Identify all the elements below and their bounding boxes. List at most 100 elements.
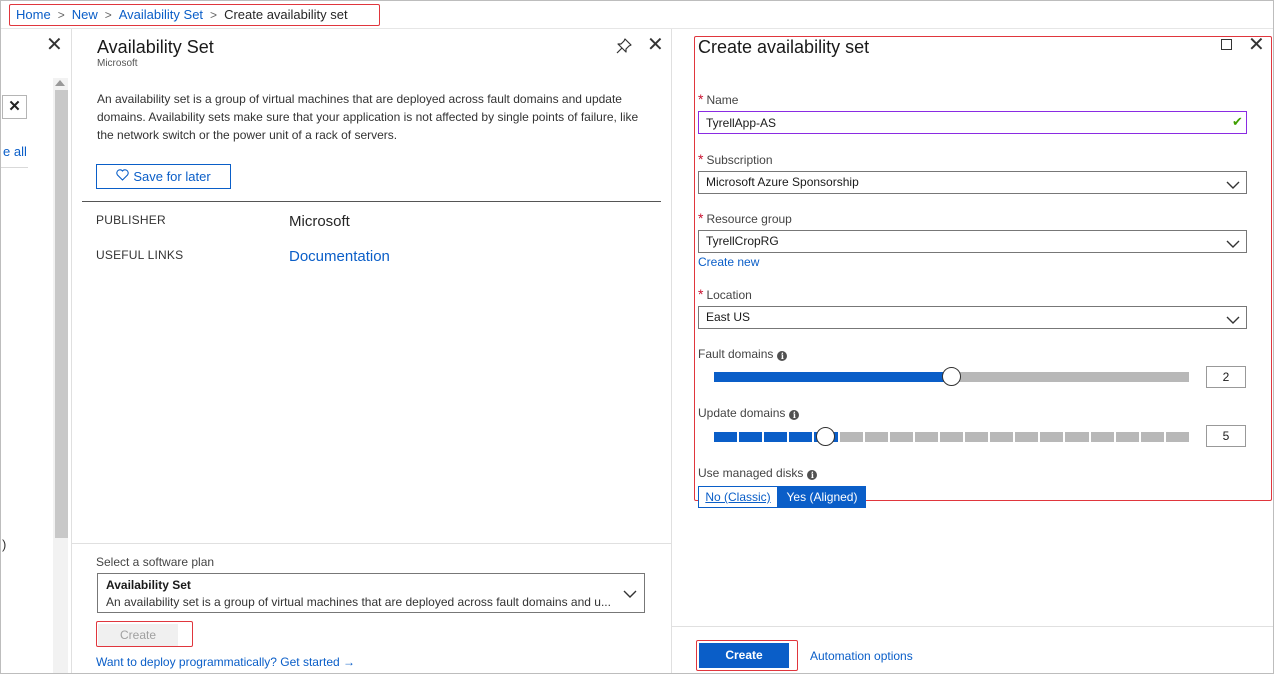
breadcrumb-availability-set[interactable]: Availability Set [119,7,203,22]
name-field[interactable] [698,111,1247,134]
slider-fill [714,372,952,382]
location-value: East US [706,310,751,324]
chevron-down-icon[interactable] [1226,237,1240,248]
fault-domains-slider[interactable] [714,367,1189,386]
slider-segment [1015,432,1039,442]
save-for-later-button[interactable]: Save for later [96,164,231,189]
slider-segment [965,432,989,442]
location-select[interactable] [698,306,1247,329]
slider-segment [789,432,813,442]
managed-disks-no-option[interactable]: No (Classic) [698,486,778,508]
divider [72,543,672,544]
software-plan-label: Select a software plan [96,555,215,569]
breadcrumb-separator-icon: > [210,8,218,22]
info-icon[interactable]: i [777,351,788,361]
required-marker: * [698,286,704,302]
chevron-down-icon[interactable] [623,587,637,602]
resource-group-label: * Resource group [698,210,792,226]
info-icon[interactable]: i [807,470,818,480]
resource-group-select[interactable] [698,230,1247,253]
blade-title: Availability Set [97,37,214,57]
update-domains-slider[interactable] [714,427,1189,446]
resource-group-label-text: Resource group [706,212,792,226]
breadcrumb-current: Create availability set [224,7,348,22]
scrollbar-thumb[interactable] [55,90,68,538]
breadcrumb: Home > New > Availability Set > Create availab… [16,7,348,22]
slider-segment [889,432,913,442]
update-domains-input[interactable]: 5 [1206,425,1246,447]
slider-segment [839,432,863,442]
slider-thumb[interactable] [942,367,961,386]
divider [672,626,1274,627]
software-plan-title: Availability Set [106,578,191,592]
update-domains-label-text: Update domains [698,406,786,420]
required-marker: * [698,151,704,167]
location-label: * Location [698,286,752,302]
name-label-text: Name [706,93,739,107]
slider-segment [1165,432,1189,442]
managed-disks-label: Use managed disks i [698,466,818,480]
slider-segment [1115,432,1139,442]
clear-button[interactable]: ✕ [2,95,27,119]
useful-links-label: USEFUL LINKS [96,248,184,262]
check-icon: ✔ [1232,114,1243,129]
breadcrumb-separator-icon: > [104,8,112,22]
slider-segment [990,432,1014,442]
breadcrumb-new[interactable]: New [72,7,98,22]
chevron-down-icon[interactable] [1226,178,1240,189]
automation-options-link[interactable]: Automation options [810,649,913,663]
fault-domains-input[interactable]: 2 [1206,366,1246,388]
breadcrumb-home[interactable]: Home [16,7,51,22]
info-icon[interactable]: i [789,410,800,420]
deploy-programmatically-link[interactable]: Want to deploy programmatically? Get sta… [96,655,355,669]
truncated-text: ) [2,537,7,552]
resource-group-value: TyrellCropRG [706,234,779,248]
create-button[interactable]: Create [699,643,789,668]
close-icon[interactable]: ✕ [1248,35,1265,55]
divider [82,201,661,202]
slider-segment [914,432,938,442]
blade-subtitle: Microsoft [97,58,138,69]
create-new-link[interactable]: Create new [698,255,759,269]
slider-segment [939,432,964,442]
publisher-label: PUBLISHER [96,213,166,227]
slider-segment [1140,432,1164,442]
heart-icon [116,169,130,184]
required-marker: * [698,91,704,107]
subscription-label: * Subscription [698,151,773,167]
subscription-value: Microsoft Azure Sponsorship [706,175,859,189]
managed-disks-label-text: Use managed disks [698,466,804,480]
blade-title: Create availability set [698,37,870,57]
scroll-up-icon[interactable] [55,80,65,86]
blade-description: An availability set is a group of virtua… [97,92,639,142]
maximize-icon[interactable] [1221,39,1232,50]
slider-segment [764,432,788,442]
slider-segment [739,432,763,442]
name-label: * Name [698,91,738,107]
slider-segment [1040,432,1064,442]
close-icon[interactable]: ✕ [647,35,664,55]
slider-segment [864,432,888,442]
slider-segment [1065,432,1089,442]
slider-thumb[interactable] [815,427,835,446]
update-domains-label: Update domains i [698,406,800,420]
save-for-later-label: Save for later [133,169,211,184]
create-button-disabled[interactable]: Create [98,624,178,646]
required-marker: * [698,210,704,226]
fault-domains-label: Fault domains i [698,347,788,361]
slider-segment [714,432,738,442]
publisher-value: Microsoft [289,213,350,230]
chevron-down-icon[interactable] [1226,313,1240,324]
close-icon[interactable]: ✕ [46,35,63,55]
pin-icon[interactable] [616,38,632,57]
fault-domains-label-text: Fault domains [698,347,774,361]
subscription-label-text: Subscription [706,153,773,167]
see-all-link[interactable]: e all [3,144,27,159]
breadcrumb-separator-icon: > [57,8,65,22]
software-plan-description: An availability set is a group of virtua… [106,595,611,609]
divider [0,167,28,168]
slider-segment [1090,432,1114,442]
location-label-text: Location [706,288,752,302]
documentation-link[interactable]: Documentation [289,248,390,265]
managed-disks-yes-option[interactable]: Yes (Aligned) [778,486,866,508]
